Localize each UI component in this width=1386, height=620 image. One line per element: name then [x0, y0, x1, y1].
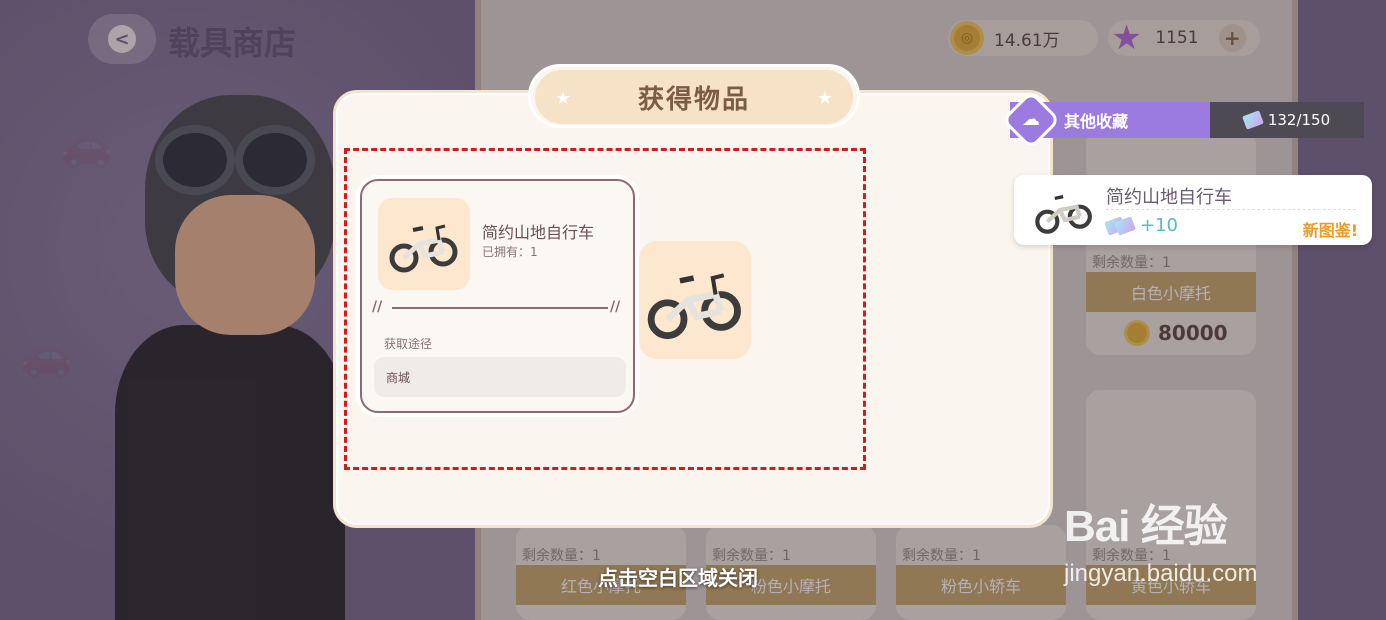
cloud-car-icon: ☁: [1022, 109, 1040, 130]
collection-banner: 其他收藏 132/150: [1010, 102, 1364, 138]
annotation-highlight-box: [344, 148, 866, 470]
bicycle-thumbnail: [1026, 181, 1102, 239]
toast-bonus: +10: [1104, 215, 1178, 236]
ticket-icon: [1241, 110, 1264, 130]
new-item-toast: 简约山地自行车 +10 新图鉴!: [1014, 175, 1372, 245]
toast-item-name: 简约山地自行车: [1106, 187, 1232, 208]
new-collection-badge: 新图鉴!: [1302, 221, 1358, 240]
bicycle-icon: [1035, 195, 1092, 234]
baidu-watermark: Bai 经验 jingyan.baidu.com: [1064, 490, 1257, 587]
collection-progress: 132/150: [1210, 102, 1364, 138]
star-icon: ★: [816, 88, 833, 109]
close-hint: 点击空白区域关闭: [598, 566, 758, 590]
dialog-title: ★ 获得物品 ★: [535, 70, 853, 124]
watermark-url: jingyan.baidu.com: [1064, 560, 1258, 587]
star-icon: ★: [555, 88, 572, 109]
watermark-logo: Bai 经验: [1064, 502, 1228, 551]
